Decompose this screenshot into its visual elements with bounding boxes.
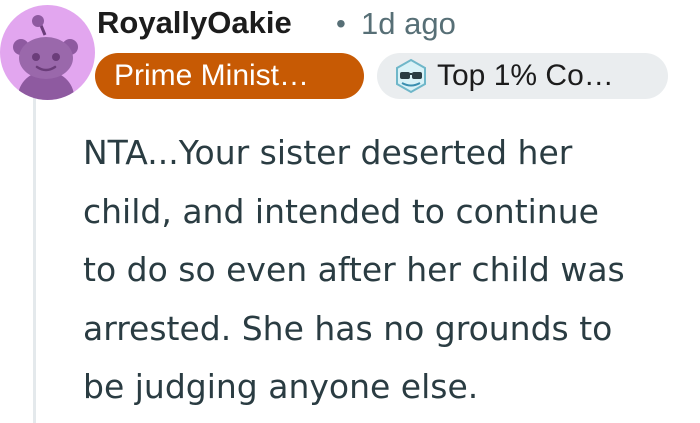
comment-line: child, and intended to continue: [83, 191, 599, 231]
comment-line: arrested. She has no grounds to: [83, 308, 613, 348]
user-flair-top-contributor[interactable]: Top 1% Co…: [377, 53, 668, 99]
meta-separator: •: [336, 8, 346, 39]
flair-label: Top 1% Co…: [437, 59, 614, 92]
comment-author[interactable]: RoyallyOakie: [97, 3, 292, 43]
sunglasses-badge-icon: [396, 58, 426, 94]
user-avatar[interactable]: [0, 5, 95, 100]
comment-timestamp[interactable]: 1d ago: [361, 4, 456, 44]
user-flair-prime-minister[interactable]: Prime Minist…: [95, 53, 364, 99]
reddit-snoo-avatar-icon: [13, 15, 78, 100]
comment-line: NTA...Your sister deserted her: [83, 133, 573, 172]
comment-line: be judging anyone else.: [83, 367, 479, 406]
comment-line: to do so even after her child was: [83, 250, 625, 289]
comment-body: NTA...Your sister deserted her child, an…: [83, 124, 693, 417]
thread-line[interactable]: [33, 98, 36, 423]
